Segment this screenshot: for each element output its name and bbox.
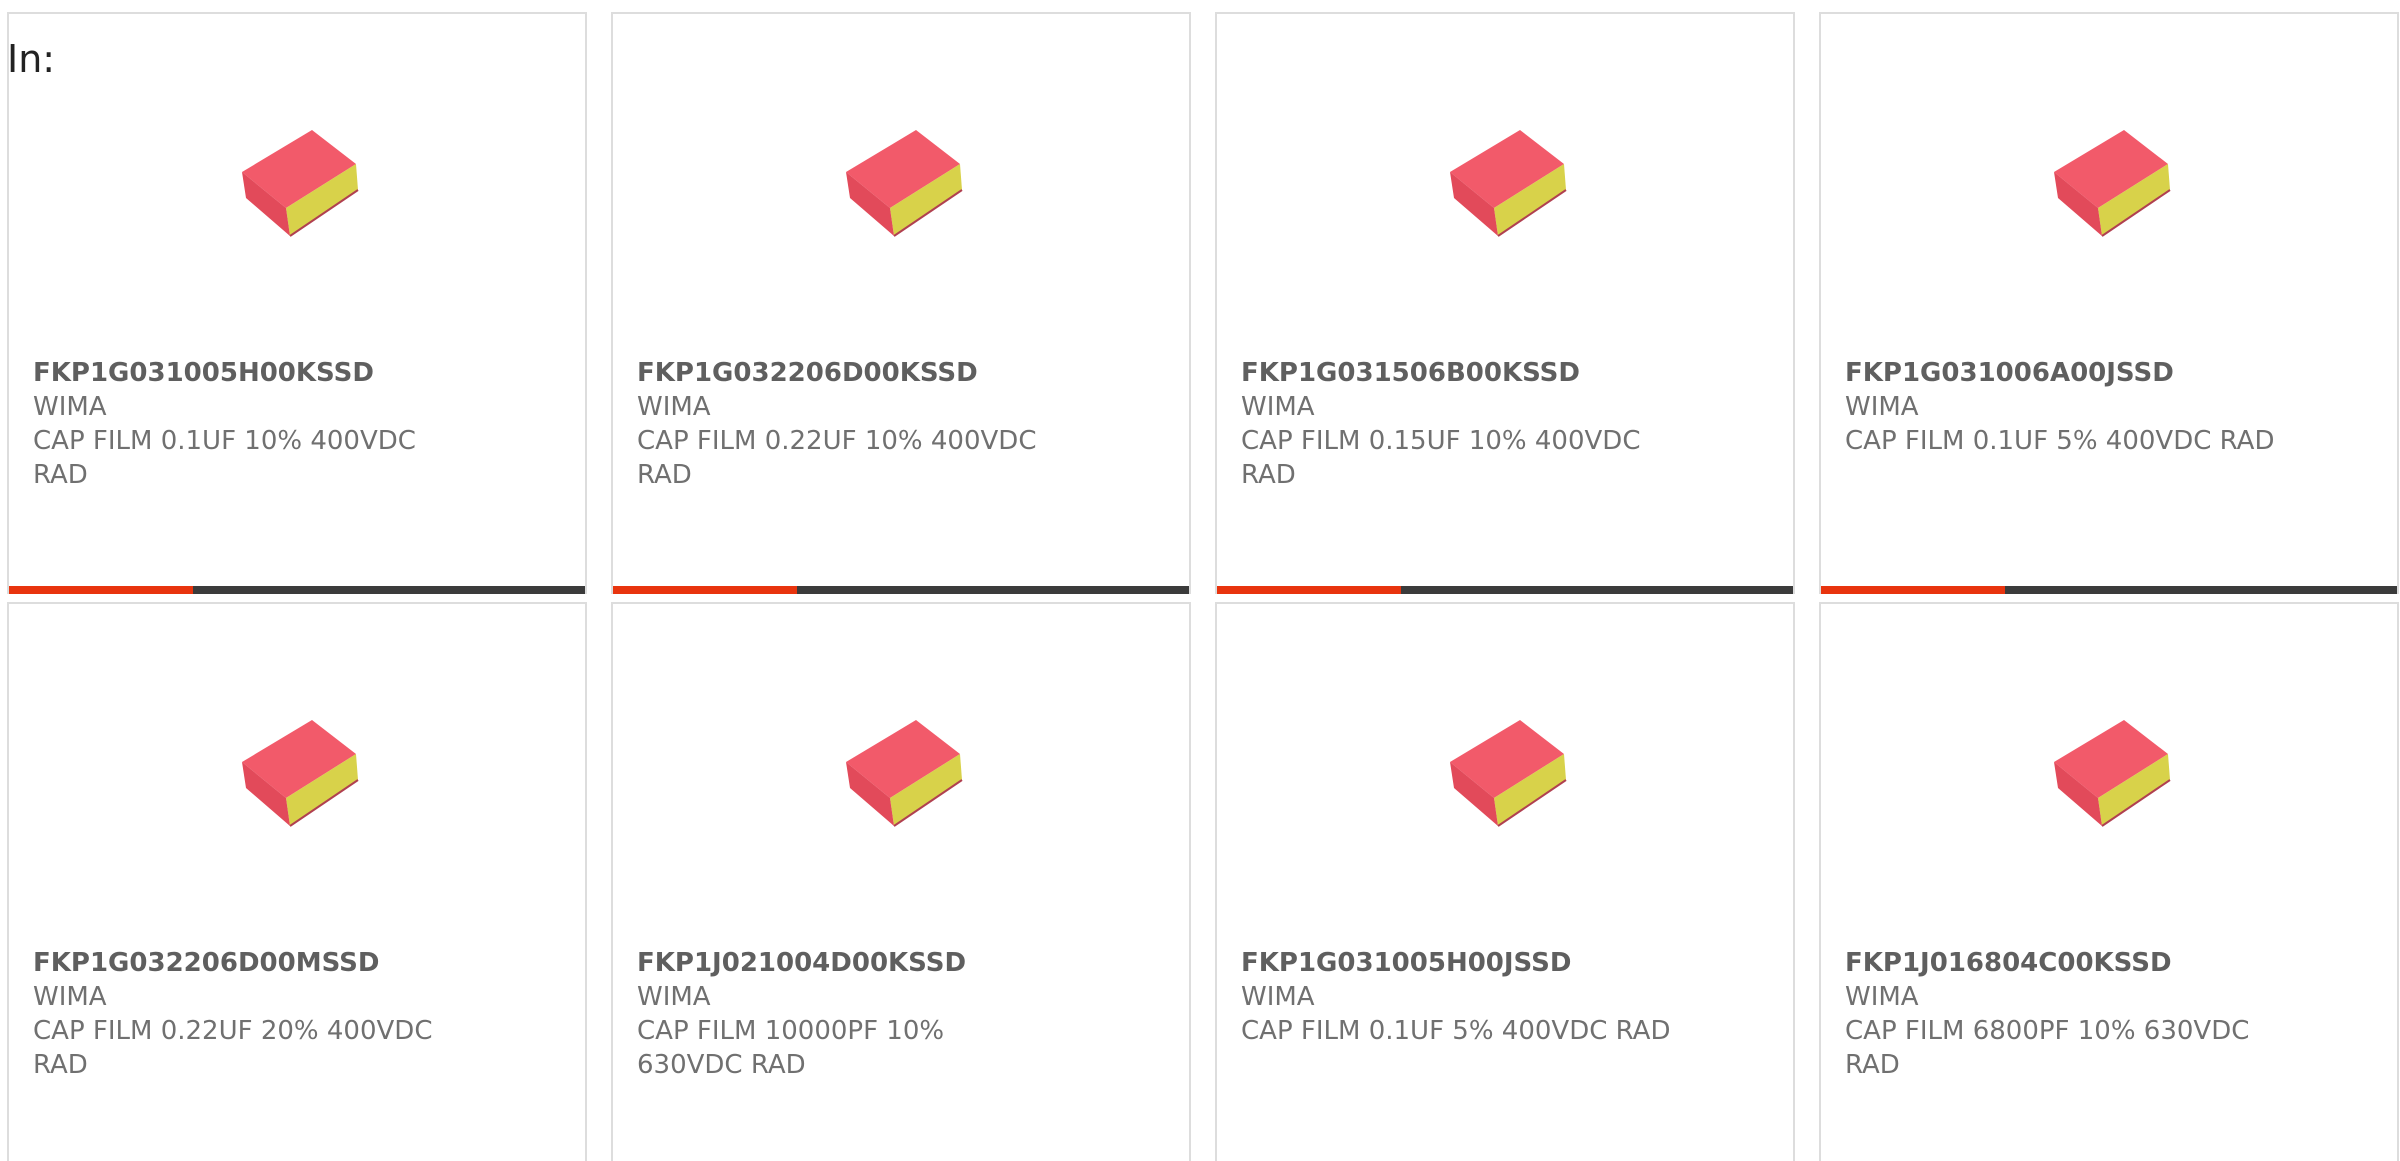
product-description: CAP FILM 6800PF 10% 630VDC RAD: [1845, 1016, 2250, 1080]
progress-bar: [1217, 586, 1793, 594]
product-card[interactable]: FKP1J016804C00KSSD WIMA CAP FILM 6800PF …: [1819, 602, 2399, 1161]
product-card[interactable]: FKP1G031006A00JSSD WIMA CAP FILM 0.1UF 5…: [1819, 12, 2399, 594]
progress-bar: [1821, 586, 2397, 594]
product-info: FKP1J016804C00KSSD WIMA CAP FILM 6800PF …: [1845, 946, 2373, 1082]
product-description: CAP FILM 0.22UF 20% 400VDC RAD: [33, 1016, 433, 1080]
manufacturer: WIMA: [33, 982, 107, 1012]
product-description: CAP FILM 0.1UF 5% 400VDC RAD: [1241, 1016, 1671, 1046]
manufacturer: WIMA: [1241, 392, 1315, 422]
manufacturer: WIMA: [637, 392, 711, 422]
product-card[interactable]: FKP1G031005H00KSSD WIMA CAP FILM 0.1UF 1…: [7, 12, 587, 594]
product-info: FKP1G032206D00KSSD WIMA CAP FILM 0.22UF …: [637, 356, 1165, 492]
product-info: FKP1G032206D00MSSD WIMA CAP FILM 0.22UF …: [33, 946, 561, 1082]
part-number-link[interactable]: FKP1G032206D00KSSD: [637, 356, 1165, 390]
product-info: FKP1G031005H00JSSD WIMA CAP FILM 0.1UF 5…: [1241, 946, 1769, 1048]
product-info: FKP1G031006A00JSSD WIMA CAP FILM 0.1UF 5…: [1845, 356, 2373, 458]
product-card[interactable]: FKP1J021004D00KSSD WIMA CAP FILM 10000PF…: [611, 602, 1191, 1161]
capacitor-image: [2054, 720, 2171, 827]
manufacturer: WIMA: [1845, 982, 1919, 1012]
progress-bar: [9, 586, 585, 594]
progress-bar-fill: [1821, 586, 2005, 594]
product-listing-page: In: FKP1G031005H00KSSD WIMA CAP FILM 0.1…: [0, 0, 2400, 1161]
progress-bar-fill: [1217, 586, 1401, 594]
manufacturer: WIMA: [637, 982, 711, 1012]
product-description: CAP FILM 10000PF 10% 630VDC RAD: [637, 1016, 945, 1080]
product-card[interactable]: FKP1G032206D00MSSD WIMA CAP FILM 0.22UF …: [7, 602, 587, 1161]
part-number-link[interactable]: FKP1G031005H00KSSD: [33, 356, 561, 390]
product-info: FKP1G031005H00KSSD WIMA CAP FILM 0.1UF 1…: [33, 356, 561, 492]
product-description: CAP FILM 0.1UF 5% 400VDC RAD: [1845, 426, 2275, 456]
product-description: CAP FILM 0.1UF 10% 400VDC RAD: [33, 426, 416, 490]
capacitor-image: [1450, 720, 1567, 827]
part-number-link[interactable]: FKP1J016804C00KSSD: [1845, 946, 2373, 980]
part-number-link[interactable]: FKP1G031005H00JSSD: [1241, 946, 1769, 980]
part-number-link[interactable]: FKP1G031506B00KSSD: [1241, 356, 1769, 390]
part-number-link[interactable]: FKP1G031006A00JSSD: [1845, 356, 2373, 390]
part-number-link[interactable]: FKP1J021004D00KSSD: [637, 946, 1165, 980]
progress-bar: [613, 586, 1189, 594]
progress-bar-fill: [613, 586, 797, 594]
capacitor-image: [846, 130, 963, 237]
product-card[interactable]: FKP1G031506B00KSSD WIMA CAP FILM 0.15UF …: [1215, 12, 1795, 594]
in-label: In:: [7, 37, 56, 81]
capacitor-image: [1450, 130, 1567, 237]
progress-bar-fill: [9, 586, 193, 594]
part-number-link[interactable]: FKP1G032206D00MSSD: [33, 946, 561, 980]
capacitor-image: [242, 130, 359, 237]
manufacturer: WIMA: [1845, 392, 1919, 422]
product-card[interactable]: FKP1G032206D00KSSD WIMA CAP FILM 0.22UF …: [611, 12, 1191, 594]
product-card[interactable]: FKP1G031005H00JSSD WIMA CAP FILM 0.1UF 5…: [1215, 602, 1795, 1161]
product-info: FKP1J021004D00KSSD WIMA CAP FILM 10000PF…: [637, 946, 1165, 1082]
product-grid: FKP1G031005H00KSSD WIMA CAP FILM 0.1UF 1…: [7, 12, 2399, 1161]
manufacturer: WIMA: [1241, 982, 1315, 1012]
capacitor-image: [2054, 130, 2171, 237]
product-description: CAP FILM 0.22UF 10% 400VDC RAD: [637, 426, 1037, 490]
product-info: FKP1G031506B00KSSD WIMA CAP FILM 0.15UF …: [1241, 356, 1769, 492]
capacitor-image: [846, 720, 963, 827]
capacitor-image: [242, 720, 359, 827]
manufacturer: WIMA: [33, 392, 107, 422]
product-description: CAP FILM 0.15UF 10% 400VDC RAD: [1241, 426, 1641, 490]
